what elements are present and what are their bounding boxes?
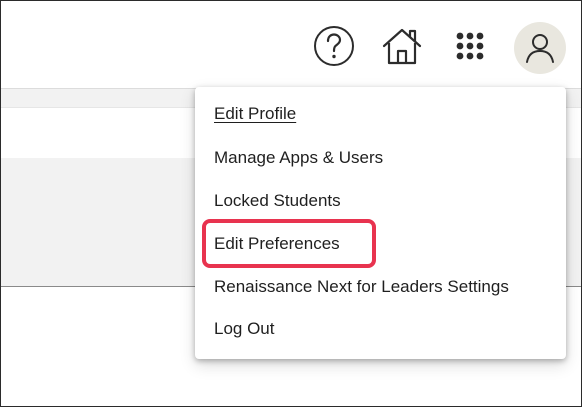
home-icon[interactable] [377,21,427,71]
user-avatar-icon[interactable] [514,22,566,74]
user-menu-dropdown: Edit Profile Manage Apps & Users Locked … [195,87,566,359]
menu-item-edit-preferences[interactable]: Edit Preferences [214,232,340,256]
app-window: Edit Profile Manage Apps & Users Locked … [0,0,582,407]
menu-item-log-out[interactable]: Log Out [214,317,275,341]
help-icon[interactable] [309,21,359,71]
menu-item-edit-profile[interactable]: Edit Profile [214,102,296,126]
top-header [1,1,581,89]
menu-item-manage-apps-users[interactable]: Manage Apps & Users [214,146,383,170]
menu-item-locked-students[interactable]: Locked Students [214,189,341,213]
apps-grid-icon[interactable] [445,21,495,71]
menu-item-leaders-settings[interactable]: Renaissance Next for Leaders Settings [214,275,509,299]
